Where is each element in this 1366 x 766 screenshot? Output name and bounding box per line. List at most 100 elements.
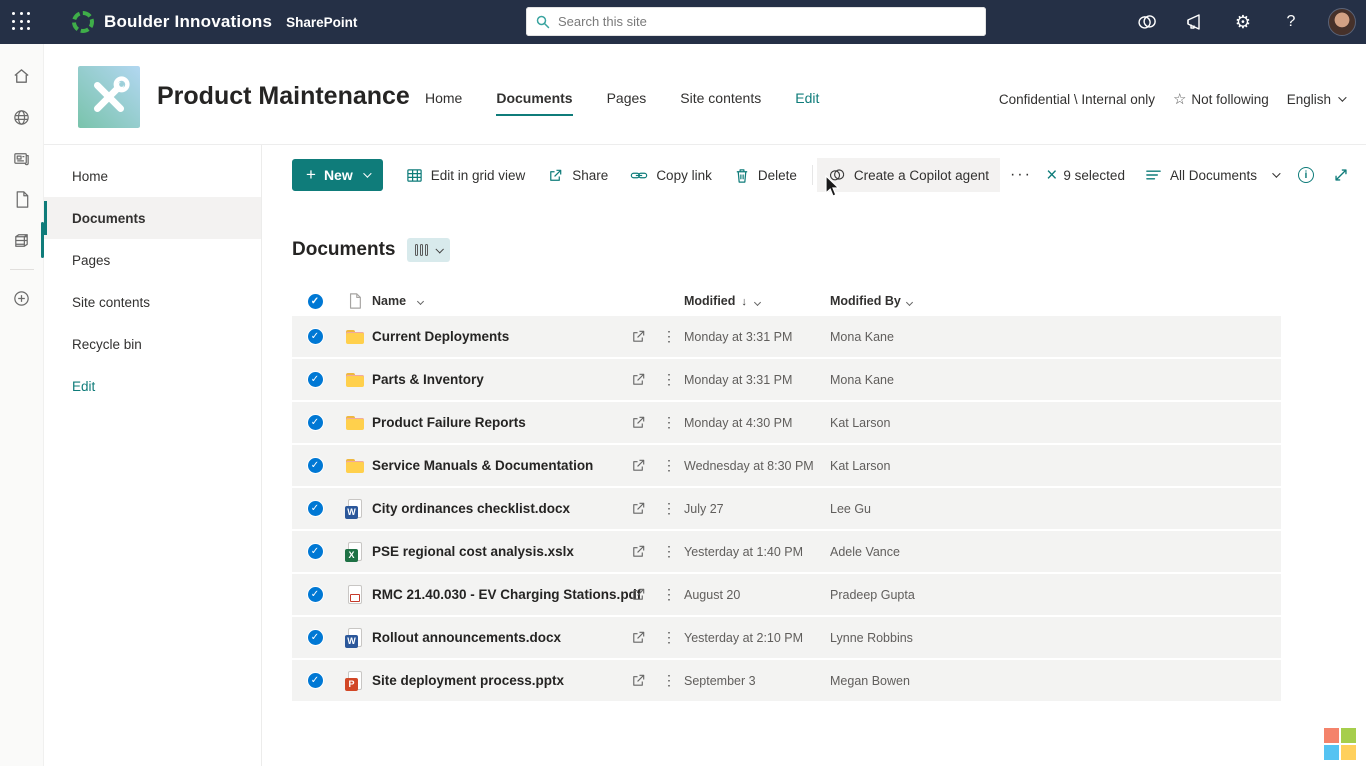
share-icon[interactable]	[622, 414, 654, 431]
row-checkbox[interactable]: ✓	[307, 328, 324, 345]
table-row[interactable]: ✓ Service Manuals & Documentation ⋮ Wedn…	[292, 445, 1281, 486]
site-nav: Home Documents Pages Site contents Edit	[425, 90, 819, 116]
powerpoint-file-icon: P	[345, 671, 365, 691]
expand-fullscreen-icon[interactable]	[1332, 166, 1350, 184]
item-name[interactable]: Parts & Inventory	[372, 372, 484, 387]
share-icon[interactable]	[622, 629, 654, 646]
row-checkbox[interactable]: ✓	[307, 543, 324, 560]
table-row[interactable]: ✓ W Rollout announcements.docx ⋮ Yesterd…	[292, 617, 1281, 658]
rail-create-plus-icon[interactable]	[0, 278, 44, 318]
microsoft-logo	[1324, 728, 1356, 760]
column-header-modified-by[interactable]: Modified By	[830, 294, 1281, 308]
table-row[interactable]: ✓ Product Failure Reports ⋮ Monday at 4:…	[292, 402, 1281, 443]
item-name[interactable]: City ordinances checklist.docx	[372, 501, 570, 516]
row-checkbox[interactable]: ✓	[307, 500, 324, 517]
table-row[interactable]: ✓ Current Deployments ⋮ Monday at 3:31 P…	[292, 316, 1281, 357]
site-nav-edit[interactable]: Edit	[795, 90, 819, 116]
row-checkbox[interactable]: ✓	[307, 414, 324, 431]
item-name[interactable]: Service Manuals & Documentation	[372, 458, 593, 473]
row-checkbox[interactable]: ✓	[307, 629, 324, 646]
sidebar-item-pages[interactable]: Pages	[44, 239, 261, 281]
help-icon[interactable]: ?	[1280, 11, 1302, 33]
modified-date: Yesterday at 1:40 PM	[684, 545, 830, 559]
row-checkbox[interactable]: ✓	[307, 586, 324, 603]
rail-file-icon[interactable]	[0, 179, 44, 219]
select-all-checkbox[interactable]: ✓	[307, 293, 324, 310]
clear-selection-button[interactable]: × 9 selected	[1046, 166, 1125, 185]
site-nav-site-contents[interactable]: Site contents	[680, 90, 761, 116]
chevron-down-icon	[1272, 169, 1280, 177]
file-type-column-icon	[347, 292, 363, 310]
more-actions-icon[interactable]: ⋮	[654, 672, 684, 689]
site-nav-documents[interactable]: Documents	[496, 90, 572, 116]
share-icon[interactable]	[622, 328, 654, 345]
create-copilot-agent-button[interactable]: Create a Copilot agent	[817, 158, 1000, 192]
more-actions-icon[interactable]: ⋮	[654, 414, 684, 431]
more-actions-icon[interactable]: ⋮	[654, 328, 684, 345]
main-content: + New Edit in grid view Share Copy link	[262, 145, 1366, 766]
info-icon[interactable]: i	[1298, 167, 1314, 183]
column-header-modified[interactable]: Modified↓	[684, 294, 830, 308]
item-name[interactable]: Current Deployments	[372, 329, 509, 344]
row-checkbox[interactable]: ✓	[307, 457, 324, 474]
follow-button[interactable]: ☆ Not following	[1173, 90, 1269, 108]
more-actions-icon[interactable]: ⋮	[654, 371, 684, 388]
item-name[interactable]: Product Failure Reports	[372, 415, 526, 430]
item-name[interactable]: Site deployment process.pptx	[372, 673, 564, 688]
document-rows: ✓ Current Deployments ⋮ Monday at 3:31 P…	[292, 316, 1281, 701]
more-actions-icon[interactable]: ⋮	[654, 500, 684, 517]
site-logo[interactable]	[78, 66, 140, 128]
delete-button[interactable]: Delete	[723, 158, 808, 192]
column-header-name[interactable]: Name	[372, 294, 622, 308]
table-row[interactable]: ✓ P Site deployment process.pptx ⋮ Septe…	[292, 660, 1281, 701]
copilot-icon[interactable]	[1136, 11, 1158, 33]
site-nav-home[interactable]: Home	[425, 90, 462, 116]
sidebar-item-documents[interactable]: Documents	[44, 197, 261, 239]
user-avatar[interactable]	[1328, 8, 1356, 36]
sidebar-item-home[interactable]: Home	[44, 155, 261, 197]
new-button[interactable]: + New	[292, 159, 383, 191]
item-name[interactable]: Rollout announcements.docx	[372, 630, 561, 645]
rail-home-icon[interactable]	[0, 56, 44, 96]
site-nav-pages[interactable]: Pages	[607, 90, 647, 116]
table-row[interactable]: ✓ W City ordinances checklist.docx ⋮ Jul…	[292, 488, 1281, 529]
table-row[interactable]: ✓ X PSE regional cost analysis.xslx ⋮ Ye…	[292, 531, 1281, 572]
item-name[interactable]: RMC 21.40.030 - EV Charging Stations.pdf	[372, 587, 641, 602]
folder-icon	[345, 370, 365, 390]
app-launcher-icon[interactable]	[12, 12, 32, 32]
share-icon[interactable]	[622, 371, 654, 388]
table-row[interactable]: ✓ Parts & Inventory ⋮ Monday at 3:31 PM …	[292, 359, 1281, 400]
edit-grid-view-button[interactable]: Edit in grid view	[395, 158, 537, 192]
share-icon[interactable]	[622, 500, 654, 517]
sidebar-item-site-contents[interactable]: Site contents	[44, 281, 261, 323]
more-actions-icon[interactable]: ⋮	[654, 543, 684, 560]
row-checkbox[interactable]: ✓	[307, 371, 324, 388]
rail-sites-globe-icon[interactable]	[0, 97, 44, 137]
row-checkbox[interactable]: ✓	[307, 672, 324, 689]
search-input[interactable]	[558, 14, 976, 29]
copy-link-button[interactable]: Copy link	[619, 158, 723, 192]
megaphone-icon[interactable]	[1184, 11, 1206, 33]
view-selector[interactable]: All Documents	[1145, 168, 1278, 183]
more-actions-icon[interactable]: ⋮	[654, 457, 684, 474]
modified-by: Adele Vance	[830, 545, 1281, 559]
modified-date: Monday at 3:31 PM	[684, 373, 830, 387]
sidebar-item-edit[interactable]: Edit	[44, 365, 261, 407]
table-row[interactable]: ✓ RMC 21.40.030 - EV Charging Stations.p…	[292, 574, 1281, 615]
settings-gear-icon[interactable]: ⚙	[1232, 11, 1254, 33]
view-options-pill[interactable]	[407, 238, 450, 262]
sidebar-item-recycle-bin[interactable]: Recycle bin	[44, 323, 261, 365]
share-icon[interactable]	[622, 586, 654, 603]
more-commands-button[interactable]: ···	[1000, 166, 1042, 184]
rail-news-icon[interactable]	[0, 138, 44, 178]
language-selector[interactable]: English	[1287, 92, 1344, 107]
share-button[interactable]: Share	[536, 158, 619, 192]
share-icon[interactable]	[622, 672, 654, 689]
more-actions-icon[interactable]: ⋮	[654, 586, 684, 603]
site-search[interactable]	[526, 7, 986, 36]
item-name[interactable]: PSE regional cost analysis.xslx	[372, 544, 574, 559]
rail-library-icon[interactable]	[0, 220, 44, 260]
share-icon[interactable]	[622, 457, 654, 474]
more-actions-icon[interactable]: ⋮	[654, 629, 684, 646]
share-icon[interactable]	[622, 543, 654, 560]
